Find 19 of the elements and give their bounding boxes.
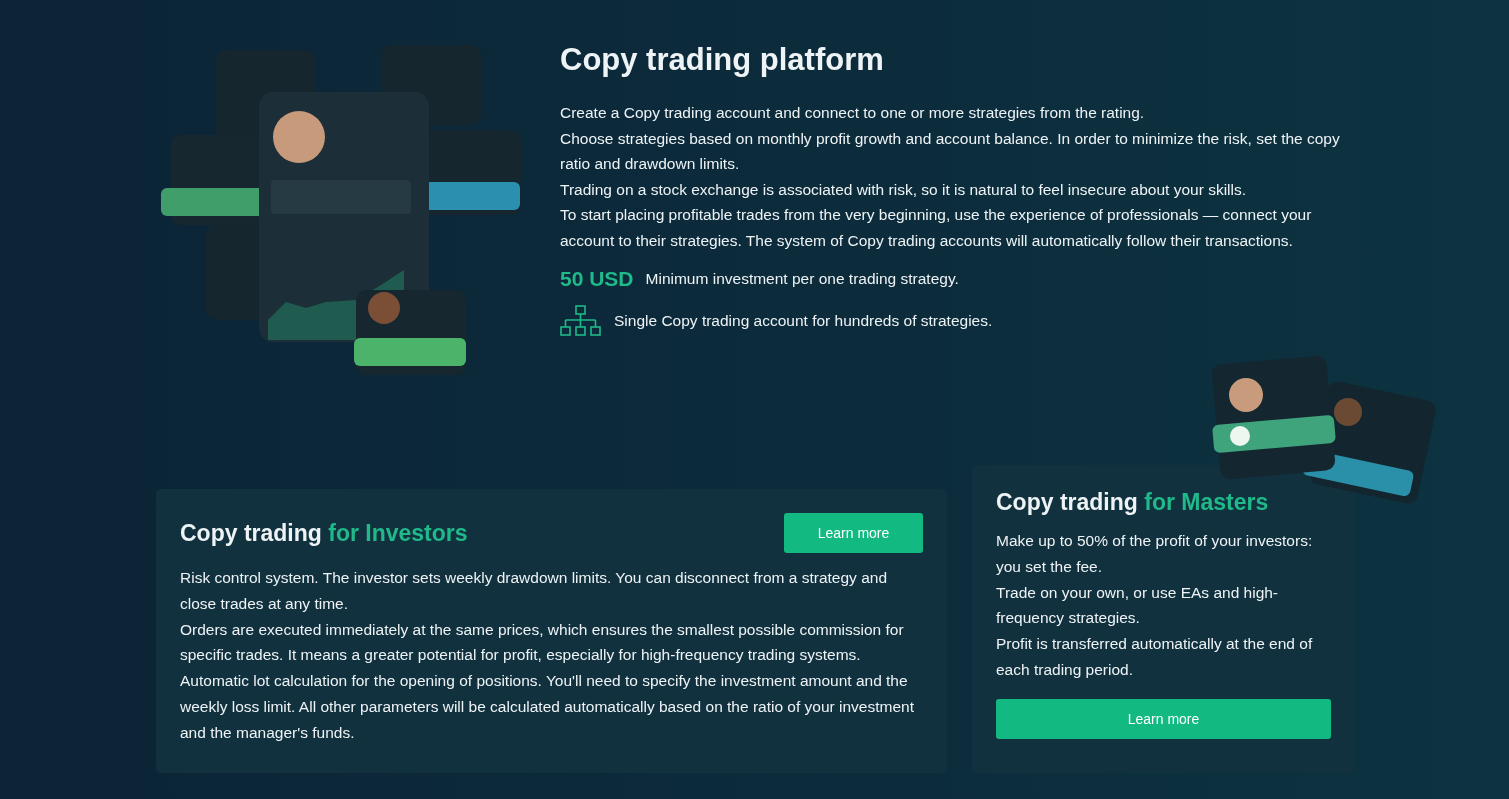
paragraph: Make up to 50% of the profit of your investors: you set the fee. [996, 531, 1314, 577]
paragraph: Trading on a stock exchange is associated with risk, so it is natural to feel insecure about your skills. [560, 179, 1248, 200]
paragraph: Create a Copy trading account and connect to one or more strategies from the rating. [560, 103, 1146, 123]
paragraph: Choose strategies based on monthly profit growth and account balance. In order to minimize the risk, set the copy ratio and drawdown limits. [560, 128, 1341, 174]
paragraph: To start placing profitable trades from the very beginning, use the experience of professionals — connect your account to their strategies. The system of Copy trading accounts will automatically follow their transactions. [560, 205, 1313, 251]
amount-value: 50 USD [560, 267, 634, 291]
paragraph: Profit is transferred automatically at the end of each trading period. [996, 634, 1314, 680]
card-title: Copy trading for Investors [180, 519, 468, 547]
hierarchy-icon [560, 305, 602, 337]
section-title: Copy trading platform [560, 41, 885, 78]
learn-more-button[interactable]: Learn more [784, 513, 923, 553]
feature-text: Single Copy trading account for hundreds of strategies. [614, 312, 993, 330]
paragraph: Risk control system. The investor sets weekly drawdown limits. You can disconnect from a strategy and close trades at any time. [180, 568, 888, 614]
learn-more-button[interactable]: Learn more [996, 698, 1331, 739]
paragraph: Orders are executed immediately at the same prices, which ensures the smallest possible commission for specific trades. It means a greater potential for profit, especially for high-frequency trading systems. [180, 619, 905, 666]
card-title: Copy trading for Masters [996, 489, 1269, 516]
paragraph: Automatic lot calculation for the opening of positions. You'll need to specify the investment amount and the weekly loss limit. All other parameters will be calculated automatically based on the ratio of your investment and the manager's funds. [180, 671, 915, 743]
feature-text: Minimum investment per one trading strategy. [645, 270, 959, 288]
paragraph: Trade on your own, or use EAs and high-frequency strategies. [996, 582, 1280, 629]
